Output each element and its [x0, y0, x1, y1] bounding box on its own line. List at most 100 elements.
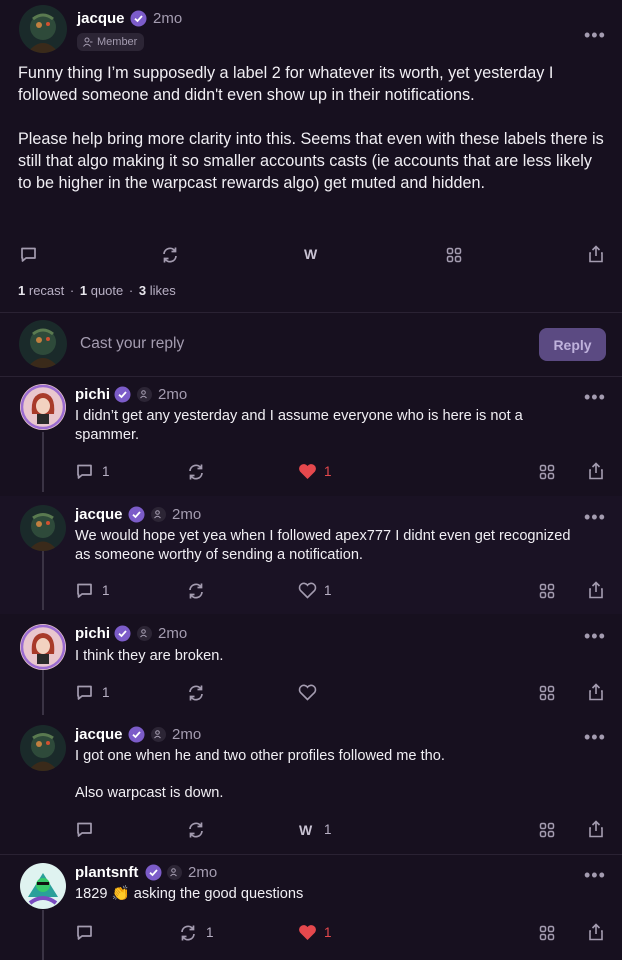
thread-line	[42, 910, 44, 960]
reply-author[interactable]: jacque	[75, 726, 123, 743]
warpcast-w-icon[interactable]: W	[304, 246, 317, 262]
like-count[interactable]: 1	[324, 583, 332, 598]
comment-icon[interactable]	[76, 582, 93, 604]
like-count[interactable]: 1	[324, 464, 332, 479]
member-badge: Member	[77, 33, 145, 51]
reply-text: 1829 👏 asking the good questions	[75, 886, 304, 902]
verified-badge-icon	[130, 10, 147, 27]
w-count[interactable]: 1	[324, 822, 332, 837]
cast-time: 2mo	[153, 10, 183, 27]
like-label[interactable]: likes	[150, 283, 176, 298]
reply-avatar[interactable]	[20, 624, 66, 670]
more-icon[interactable]: •••	[584, 508, 606, 526]
more-icon[interactable]: •••	[584, 388, 606, 406]
comment-count[interactable]: 1	[102, 464, 110, 479]
grid-icon[interactable]	[539, 685, 555, 706]
verified-badge-icon	[145, 864, 162, 881]
heart-icon[interactable]	[298, 463, 317, 485]
composer-avatar	[19, 320, 67, 368]
recast-icon[interactable]	[179, 924, 197, 947]
heart-icon[interactable]	[298, 582, 317, 604]
comment-count[interactable]: 1	[102, 583, 110, 598]
share-icon[interactable]	[588, 245, 604, 263]
comment-count[interactable]: 1	[102, 685, 110, 700]
reply-text: Also warpcast is down.	[75, 785, 224, 801]
quote-count[interactable]: 1	[80, 283, 87, 298]
author-avatar[interactable]	[19, 5, 67, 53]
reply-author[interactable]: pichi	[75, 625, 110, 642]
heart-icon[interactable]	[298, 684, 317, 706]
reply-text: We would hope yet yea when I followed ap…	[75, 528, 571, 563]
grid-icon[interactable]	[539, 822, 555, 843]
grid-icon[interactable]	[539, 464, 555, 485]
verified-badge-icon	[114, 386, 131, 403]
reply-avatar[interactable]	[20, 725, 66, 771]
reply-author[interactable]: pichi	[75, 386, 110, 403]
reply-author[interactable]: plantsnft	[75, 864, 138, 881]
cast-stats: 1 recast · 1 quote · 3 likes	[18, 283, 176, 298]
reply-text: I got one when he and two other profiles…	[75, 748, 445, 764]
author-name[interactable]: jacque	[77, 10, 125, 27]
verified-badge-icon	[128, 726, 145, 743]
comment-icon[interactable]	[76, 821, 93, 843]
member-icon	[137, 387, 152, 407]
reply-time: 2mo	[158, 625, 188, 642]
grid-icon[interactable]	[446, 247, 462, 263]
reply-input[interactable]: Cast your reply	[80, 335, 184, 353]
cast-text: Funny thing I’m supposedly a label 2 for…	[18, 62, 608, 194]
reply-avatar[interactable]	[20, 863, 66, 909]
verified-badge-icon	[128, 506, 145, 523]
reply-avatar[interactable]	[20, 384, 66, 430]
comment-icon[interactable]	[76, 924, 93, 946]
verified-badge-icon	[114, 625, 131, 642]
more-icon[interactable]: •••	[584, 627, 606, 645]
reply-time: 2mo	[158, 386, 188, 403]
divider	[0, 312, 622, 313]
reply-time: 2mo	[172, 726, 202, 743]
cast-paragraph: Funny thing I’m supposedly a label 2 for…	[18, 64, 554, 104]
recast-icon[interactable]	[187, 582, 205, 605]
quote-label[interactable]: quote	[91, 283, 124, 298]
heart-icon[interactable]	[298, 924, 317, 946]
warpcast-w-icon[interactable]: W	[299, 822, 312, 838]
thread-line	[42, 432, 44, 492]
reply-text: I didn’t get any yesterday and I assume …	[75, 408, 523, 443]
recast-icon[interactable]	[187, 463, 205, 486]
stats-separator: ·	[128, 283, 134, 298]
like-count[interactable]: 1	[324, 925, 332, 940]
reply-button[interactable]: Reply	[539, 328, 606, 361]
grid-icon[interactable]	[539, 583, 555, 604]
reply-author[interactable]: jacque	[75, 506, 123, 523]
grid-icon[interactable]	[539, 925, 555, 946]
comment-icon[interactable]	[20, 246, 37, 263]
member-icon	[151, 507, 166, 527]
member-label: Member	[97, 36, 138, 48]
comment-icon[interactable]	[76, 463, 93, 485]
recast-count[interactable]: 1	[18, 283, 25, 298]
more-icon[interactable]: •••	[584, 728, 606, 746]
share-icon[interactable]	[588, 581, 604, 604]
share-icon[interactable]	[588, 683, 604, 706]
reply-avatar[interactable]	[20, 505, 66, 551]
divider	[0, 376, 622, 377]
member-icon	[167, 865, 182, 885]
reply-time: 2mo	[172, 506, 202, 523]
more-icon[interactable]: •••	[584, 866, 606, 884]
share-icon[interactable]	[588, 923, 604, 946]
divider	[0, 854, 622, 855]
like-count[interactable]: 3	[139, 283, 146, 298]
recast-label[interactable]: recast	[29, 283, 64, 298]
member-icon	[151, 727, 166, 747]
recast-icon[interactable]	[161, 246, 179, 264]
recast-count[interactable]: 1	[206, 925, 214, 940]
cast-paragraph: Please help bring more clarity into this…	[18, 130, 604, 192]
member-icon	[83, 37, 93, 47]
recast-icon[interactable]	[187, 821, 205, 844]
share-icon[interactable]	[588, 820, 604, 843]
thread-line	[42, 670, 44, 715]
recast-icon[interactable]	[187, 684, 205, 707]
more-icon[interactable]: •••	[584, 26, 606, 44]
share-icon[interactable]	[588, 462, 604, 485]
comment-icon[interactable]	[76, 684, 93, 706]
stats-separator: ·	[69, 283, 75, 298]
